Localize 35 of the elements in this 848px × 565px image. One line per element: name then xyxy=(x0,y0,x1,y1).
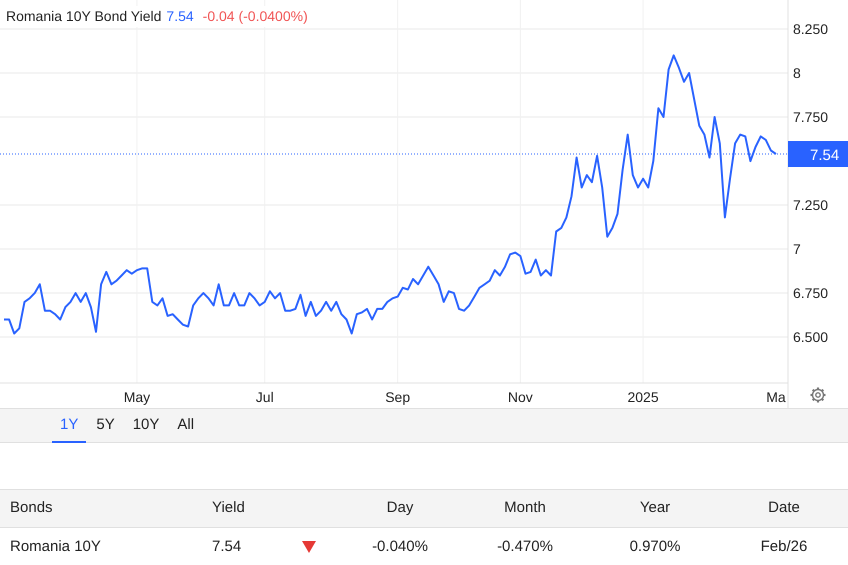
last-price-badge xyxy=(788,141,848,167)
column-header: Bonds xyxy=(9,498,54,518)
table-cell-text: Romania 10Y xyxy=(9,536,102,557)
column-header: Day xyxy=(386,498,414,518)
table-cell-text: 7.54 xyxy=(211,536,240,557)
table-cell-text: -0.470% xyxy=(496,536,554,557)
y-axis-label: 7.750 xyxy=(793,109,828,126)
table-cell-text: Feb/26 xyxy=(760,536,808,557)
current-yield: 7.54 xyxy=(166,7,194,26)
column-header: Month xyxy=(503,498,547,518)
table-cell-text: -0.040% xyxy=(371,536,429,557)
chart-title: Romania 10Y Bond Yield xyxy=(6,7,162,26)
y-axis-label: 7.250 xyxy=(793,197,828,214)
range-tab[interactable]: 10Y xyxy=(124,408,168,443)
settings-icon[interactable] xyxy=(810,388,826,402)
column-header: Date xyxy=(767,498,801,518)
x-axis-label: Jul xyxy=(256,389,274,405)
x-axis-label: May xyxy=(124,389,150,405)
x-axis-label: Ma xyxy=(766,389,786,405)
x-axis-label: 2025 xyxy=(628,389,659,405)
y-axis-label: 7 xyxy=(793,241,801,258)
range-tab[interactable]: 1Y xyxy=(52,408,86,443)
x-axis-label: Sep xyxy=(385,389,410,405)
yield-change: -0.04 (-0.0400%) xyxy=(202,7,308,26)
y-axis-label: 6.500 xyxy=(793,329,828,346)
range-tab[interactable]: 5Y xyxy=(88,408,123,443)
y-axis-label: 6.750 xyxy=(793,285,828,302)
column-header: Year xyxy=(638,498,672,518)
last-price-label: 7.54 xyxy=(810,147,840,164)
y-axis-label: 8 xyxy=(793,65,801,82)
y-axis-label: 8.250 xyxy=(793,21,828,38)
range-tab[interactable]: All xyxy=(169,408,202,443)
table-cell-text: 0.970% xyxy=(628,536,682,557)
x-axis-label: Nov xyxy=(508,389,533,405)
down-arrow-icon xyxy=(302,541,316,553)
